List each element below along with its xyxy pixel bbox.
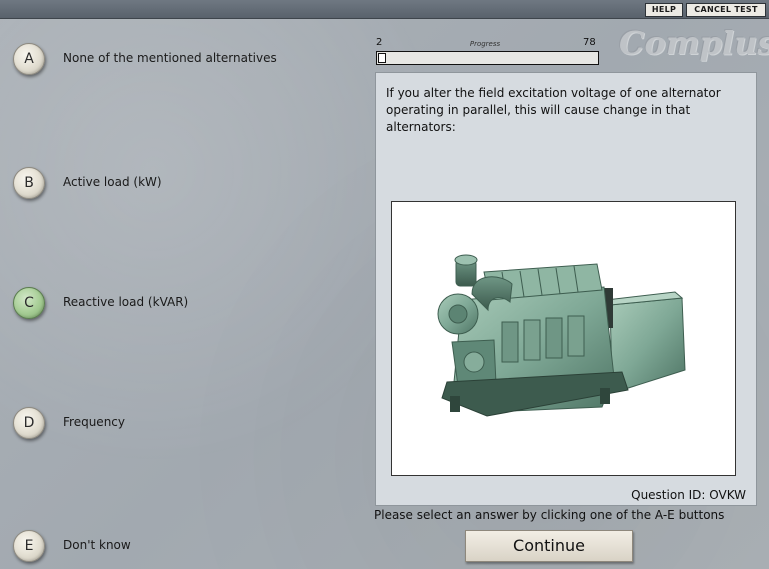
instruction-text: Please select an answer by clicking one … bbox=[374, 508, 725, 522]
continue-button[interactable]: Continue bbox=[465, 530, 633, 562]
question-panel: If you alter the field excitation voltag… bbox=[375, 72, 757, 506]
top-toolbar: HELP CANCEL TEST bbox=[0, 0, 769, 19]
question-image-frame bbox=[391, 201, 736, 476]
answer-button-d[interactable]: D bbox=[13, 407, 45, 439]
diesel-generator-image bbox=[437, 254, 686, 417]
answer-button-b[interactable]: B bbox=[13, 167, 45, 199]
help-button[interactable]: HELP bbox=[645, 3, 683, 17]
progress-fill bbox=[378, 53, 386, 63]
cancel-test-button[interactable]: CANCEL TEST bbox=[686, 3, 766, 17]
answer-option-b[interactable]: B Active load (kW) bbox=[13, 167, 353, 201]
progress-label: Progress bbox=[469, 40, 501, 48]
answer-button-c[interactable]: C bbox=[13, 287, 45, 319]
complus-logo: Complus bbox=[619, 24, 769, 62]
progress-max-value: 78 bbox=[583, 37, 596, 48]
answer-label-d: Frequency bbox=[63, 415, 125, 429]
question-id: Question ID: OVKW bbox=[631, 488, 746, 502]
answer-label-e: Don't know bbox=[63, 538, 131, 552]
progress-bar bbox=[376, 51, 599, 65]
answer-option-c[interactable]: C Reactive load (kVAR) bbox=[13, 287, 353, 321]
answer-option-d[interactable]: D Frequency bbox=[13, 407, 353, 441]
answer-button-a[interactable]: A bbox=[13, 43, 45, 75]
answer-option-a[interactable]: A None of the mentioned alternatives bbox=[13, 43, 353, 77]
answer-label-c: Reactive load (kVAR) bbox=[63, 295, 189, 309]
question-text: If you alter the field excitation voltag… bbox=[386, 86, 721, 134]
answer-label-a: None of the mentioned alternatives bbox=[63, 51, 277, 65]
answer-button-e[interactable]: E bbox=[13, 530, 45, 562]
answer-option-e[interactable]: E Don't know bbox=[13, 530, 353, 564]
progress-min-value: 2 bbox=[376, 37, 383, 48]
answer-label-b: Active load (kW) bbox=[63, 175, 162, 189]
